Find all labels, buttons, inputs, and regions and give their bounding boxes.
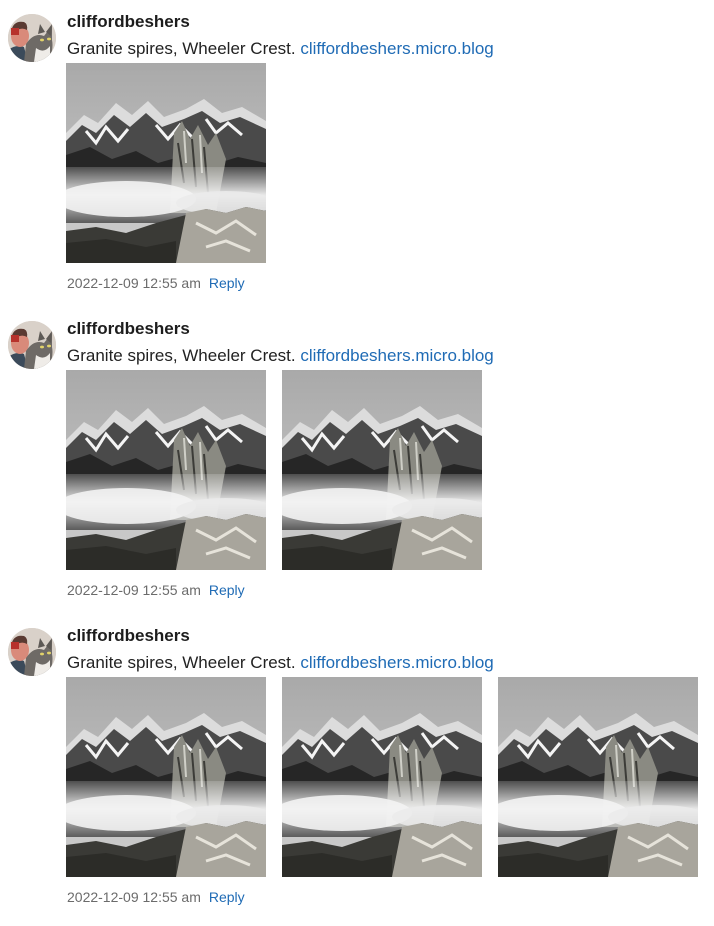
post-text: Granite spires, Wheeler Crest. cliffordb…	[67, 346, 494, 366]
reply-link[interactable]: Reply	[209, 275, 245, 291]
timestamp[interactable]: 2022-12-09 12:55 am	[67, 889, 201, 905]
avatar[interactable]	[8, 321, 56, 369]
username[interactable]: cliffordbeshers	[67, 626, 190, 646]
avatar[interactable]	[8, 628, 56, 676]
post-meta: 2022-12-09 12:55 am Reply	[67, 275, 245, 291]
post-photo[interactable]	[498, 677, 698, 877]
reply-link[interactable]: Reply	[209, 889, 245, 905]
post-link[interactable]: cliffordbeshers.micro.blog	[300, 653, 493, 672]
timestamp[interactable]: 2022-12-09 12:55 am	[67, 582, 201, 598]
post-text: Granite spires, Wheeler Crest. cliffordb…	[67, 39, 494, 59]
username[interactable]: cliffordbeshers	[67, 319, 190, 339]
post-meta: 2022-12-09 12:55 am Reply	[67, 582, 245, 598]
post-meta: 2022-12-09 12:55 am Reply	[67, 889, 245, 905]
post-text: Granite spires, Wheeler Crest. cliffordb…	[67, 653, 494, 673]
user-avatar-with-cat-icon	[8, 321, 56, 369]
user-avatar-with-cat-icon	[8, 14, 56, 62]
post-link[interactable]: cliffordbeshers.micro.blog	[300, 346, 493, 365]
post-photo[interactable]	[282, 677, 482, 877]
post-photo[interactable]	[66, 677, 266, 877]
mountain-photo-icon	[498, 677, 698, 877]
mountain-photo-icon	[66, 370, 266, 570]
post-caption: Granite spires, Wheeler Crest.	[67, 39, 296, 58]
mountain-photo-icon	[66, 63, 266, 263]
mountain-photo-icon	[282, 370, 482, 570]
post-photo[interactable]	[282, 370, 482, 570]
post-caption: Granite spires, Wheeler Crest.	[67, 346, 296, 365]
timestamp[interactable]: 2022-12-09 12:55 am	[67, 275, 201, 291]
post-caption: Granite spires, Wheeler Crest.	[67, 653, 296, 672]
post-photo[interactable]	[66, 63, 266, 263]
avatar[interactable]	[8, 14, 56, 62]
post-photo[interactable]	[66, 370, 266, 570]
user-avatar-with-cat-icon	[8, 628, 56, 676]
mountain-photo-icon	[282, 677, 482, 877]
post-link[interactable]: cliffordbeshers.micro.blog	[300, 39, 493, 58]
username[interactable]: cliffordbeshers	[67, 12, 190, 32]
reply-link[interactable]: Reply	[209, 582, 245, 598]
mountain-photo-icon	[66, 677, 266, 877]
